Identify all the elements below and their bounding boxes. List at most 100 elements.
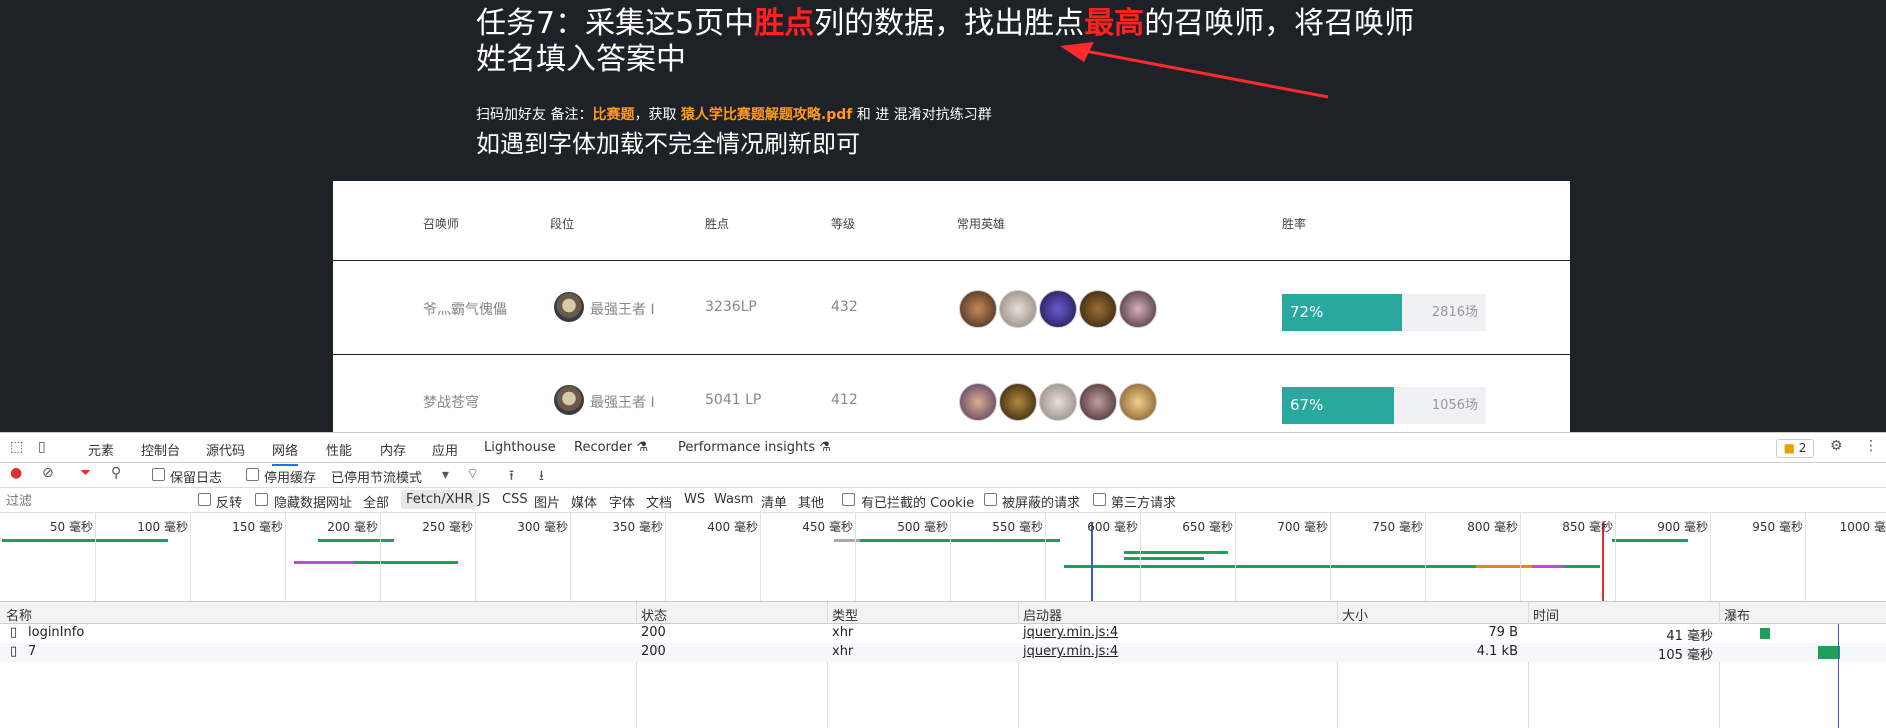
type-other[interactable]: 其他: [798, 492, 824, 511]
col-name[interactable]: 名称: [6, 605, 32, 624]
refresh-note: 如遇到字体加载不完全情况刷新即可: [476, 130, 860, 158]
timeline-bar: [860, 539, 1060, 542]
col-status[interactable]: 状态: [641, 605, 667, 624]
flask-icon: ⚗: [636, 440, 649, 455]
waterfall-bar: [1818, 646, 1840, 659]
preserve-log-checkbox[interactable]: [152, 468, 165, 481]
timeline-gridline: [950, 513, 951, 601]
type-manifest[interactable]: 清单: [761, 492, 787, 511]
table-row[interactable]: ▯ loginInfo 200 xhr jquery.min.js:4 79 B…: [0, 624, 1886, 644]
tab-console[interactable]: 控制台: [141, 440, 180, 459]
network-conditions-icon[interactable]: ⌔: [466, 465, 479, 483]
timeline-tick-label: 800 毫秒: [1467, 520, 1518, 534]
tab-recorder[interactable]: Recorder ⚗: [574, 440, 648, 455]
timeline-bar: [1476, 565, 1532, 568]
timeline-gridline: [95, 513, 96, 601]
col-heroes: 常用英雄: [957, 217, 1006, 231]
type-fetch-xhr[interactable]: Fetch/XHR: [401, 490, 479, 509]
filter-icon[interactable]: ⏷: [80, 465, 91, 481]
type-css[interactable]: CSS: [502, 492, 528, 507]
timeline-gridline: [1140, 513, 1141, 601]
timeline-gridline: [190, 513, 191, 601]
devtools-tabbar: ⬚ ▯ 元素 控制台 源代码 网络 性能 内存 应用 Lighthouse Re…: [0, 433, 1886, 466]
column-divider: [1018, 602, 1019, 728]
inspect-icon[interactable]: ⬚: [10, 439, 23, 455]
tab-application[interactable]: 应用: [432, 440, 458, 459]
download-icon[interactable]: ⭳: [539, 465, 544, 489]
tab-performance[interactable]: 性能: [326, 440, 352, 459]
flask-icon: ⚗: [819, 440, 831, 455]
hero-avatar-icon: [1079, 290, 1117, 328]
type-ws[interactable]: WS: [684, 492, 705, 507]
timeline-tick-label: 400 毫秒: [707, 520, 758, 534]
document-icon: ▯: [10, 644, 18, 659]
blocked-cookies-checkbox[interactable]: [842, 493, 855, 506]
disable-cache-checkbox[interactable]: [246, 468, 259, 481]
invert-checkbox[interactable]: [198, 493, 211, 506]
col-size[interactable]: 大小: [1342, 605, 1368, 624]
record-icon[interactable]: ●: [10, 465, 22, 481]
timeline-tick-label: 900 毫秒: [1657, 520, 1708, 534]
rank-text: 最强王者 I: [590, 395, 655, 411]
tab-performance-insights[interactable]: Performance insights ⚗: [678, 440, 831, 455]
tab-lighthouse[interactable]: Lighthouse: [484, 440, 556, 455]
type-img[interactable]: 图片: [534, 492, 560, 511]
timeline-bar: [318, 539, 394, 542]
type-doc[interactable]: 文档: [646, 492, 672, 511]
timeline-gridline: [760, 513, 761, 601]
timeline-tick-label: 250 毫秒: [422, 520, 473, 534]
upload-icon[interactable]: ⭱: [509, 465, 514, 489]
blocked-requests-checkbox[interactable]: [984, 493, 997, 506]
search-icon[interactable]: ⚲: [111, 465, 121, 481]
col-waterfall[interactable]: 瀑布: [1724, 605, 1750, 624]
tab-memory[interactable]: 内存: [380, 440, 406, 459]
filter-input[interactable]: [4, 491, 186, 511]
col-initiator[interactable]: 启动器: [1023, 605, 1062, 624]
timeline-gridline: [1045, 513, 1046, 601]
type-font[interactable]: 字体: [609, 492, 635, 511]
timeline-gridline: [1330, 513, 1331, 601]
request-table-header: 名称 状态 类型 启动器 大小 时间 瀑布: [0, 602, 1886, 624]
gear-icon[interactable]: ⚙: [1830, 438, 1843, 454]
request-name[interactable]: loginInfo: [28, 625, 84, 640]
request-name[interactable]: 7: [28, 644, 36, 659]
hero-avatar-icon: [1079, 383, 1117, 421]
type-media[interactable]: 媒体: [571, 492, 597, 511]
network-toolbar: ● ⊘ ⏷ ⚲ 保留日志 停用缓存 已停用节流模式 ▾ ⌔ ⭱ ⭳: [0, 463, 1886, 488]
timeline-bar: [1064, 565, 1476, 568]
throttle-select[interactable]: 已停用节流模式: [331, 467, 422, 486]
request-initiator[interactable]: jquery.min.js:4: [1023, 625, 1118, 640]
col-lp: 胜点: [705, 217, 730, 231]
pdf-link[interactable]: 猿人学比赛题解题攻略.pdf: [681, 107, 852, 123]
tab-sources[interactable]: 源代码: [206, 440, 245, 459]
hide-data-urls-checkbox[interactable]: [255, 493, 268, 506]
network-overview-timeline[interactable]: 50 毫秒 100 毫秒 150 毫秒 200 毫秒 250 毫秒 300 毫秒 350 毫…: [0, 513, 1886, 602]
timeline-tick-label: 500 毫秒: [897, 520, 948, 534]
request-status: 200: [641, 625, 666, 640]
web-page: 任务7：采集这5页中胜点列的数据，找出胜点最高的召唤师，将召唤师 姓名填入答案中…: [0, 0, 1886, 432]
highlight-highest: 最高: [1084, 6, 1145, 41]
issues-badge[interactable]: ■ 2: [1776, 439, 1814, 458]
hide-data-urls-label: 隐藏数据网址: [274, 496, 353, 511]
col-type[interactable]: 类型: [832, 605, 858, 624]
timeline-tick-label: 750 毫秒: [1372, 520, 1423, 534]
request-table: 名称 状态 类型 启动器 大小 时间 瀑布 ▯ loginInfo 200 xh…: [0, 602, 1886, 728]
type-js[interactable]: JS: [478, 492, 490, 507]
tab-elements[interactable]: 元素: [88, 440, 114, 459]
request-size: 79 B: [1488, 625, 1518, 640]
document-icon: ▯: [10, 625, 18, 640]
more-menu-icon[interactable]: ⋮: [1864, 438, 1878, 454]
clear-icon[interactable]: ⊘: [42, 465, 54, 481]
device-toggle-icon[interactable]: ▯: [38, 439, 46, 455]
type-all[interactable]: 全部: [363, 492, 389, 511]
col-time[interactable]: 时间: [1533, 605, 1559, 624]
table-row[interactable]: ▯ 7 200 xhr jquery.min.js:4 4.1 kB 105 毫…: [0, 643, 1886, 663]
disable-cache-label: 停用缓存: [264, 471, 317, 486]
third-party-checkbox[interactable]: [1093, 493, 1106, 506]
games-count: 2816场: [1431, 305, 1478, 320]
chevron-down-icon[interactable]: ▾: [442, 467, 449, 483]
filter-bar: 反转 隐藏数据网址 全部 Fetch/XHR JS CSS 图片 媒体 字体 文…: [0, 488, 1886, 513]
type-wasm[interactable]: Wasm: [714, 492, 753, 507]
request-size: 4.1 kB: [1476, 644, 1518, 659]
request-initiator[interactable]: jquery.min.js:4: [1023, 644, 1118, 659]
